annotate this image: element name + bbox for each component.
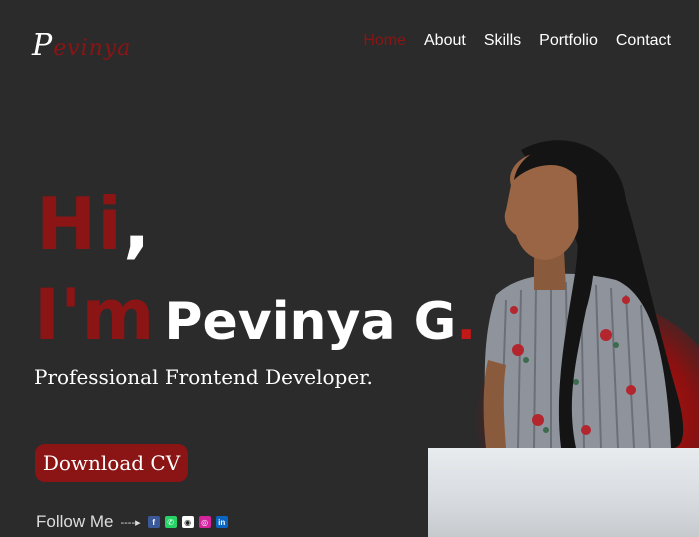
- follow-me-row: Follow Me ----▸ f ✆ ◉ ◎ in: [36, 512, 228, 532]
- nav-contact[interactable]: Contact: [616, 32, 671, 50]
- nav-portfolio[interactable]: Portfolio: [539, 32, 598, 50]
- greeting-im: I'm: [34, 274, 155, 356]
- hero-subtitle: Professional Frontend Developer.: [34, 365, 373, 389]
- follow-me-label: Follow Me: [36, 512, 114, 531]
- github-icon[interactable]: ◉: [181, 516, 194, 528]
- main-nav: Home About Skills Portfolio Contact: [363, 32, 671, 50]
- site-logo[interactable]: Pevinya: [32, 28, 131, 63]
- whatsapp-icon[interactable]: ✆: [164, 516, 177, 528]
- download-cv-button[interactable]: Download CV: [35, 444, 188, 482]
- greeting-name-line: I'm Pevinya G.: [34, 280, 476, 350]
- logo-text: evinya: [53, 36, 132, 61]
- greeting-comma: ,: [122, 182, 152, 266]
- nav-home[interactable]: Home: [363, 32, 406, 50]
- hero-name: Pevinya G: [164, 292, 457, 352]
- logo-initial: P: [32, 28, 54, 63]
- instagram-icon[interactable]: ◎: [198, 516, 211, 528]
- greeting-hi-text: Hi: [36, 182, 123, 266]
- facebook-icon[interactable]: f: [147, 516, 160, 528]
- hero-portrait: [426, 130, 699, 537]
- foreground-white-panel: [428, 448, 699, 537]
- greeting-hi: Hi,: [36, 188, 151, 260]
- arrow-right-icon: ----▸: [120, 516, 141, 529]
- nav-skills[interactable]: Skills: [484, 32, 521, 50]
- nav-about[interactable]: About: [424, 32, 466, 50]
- linkedin-icon[interactable]: in: [215, 516, 228, 528]
